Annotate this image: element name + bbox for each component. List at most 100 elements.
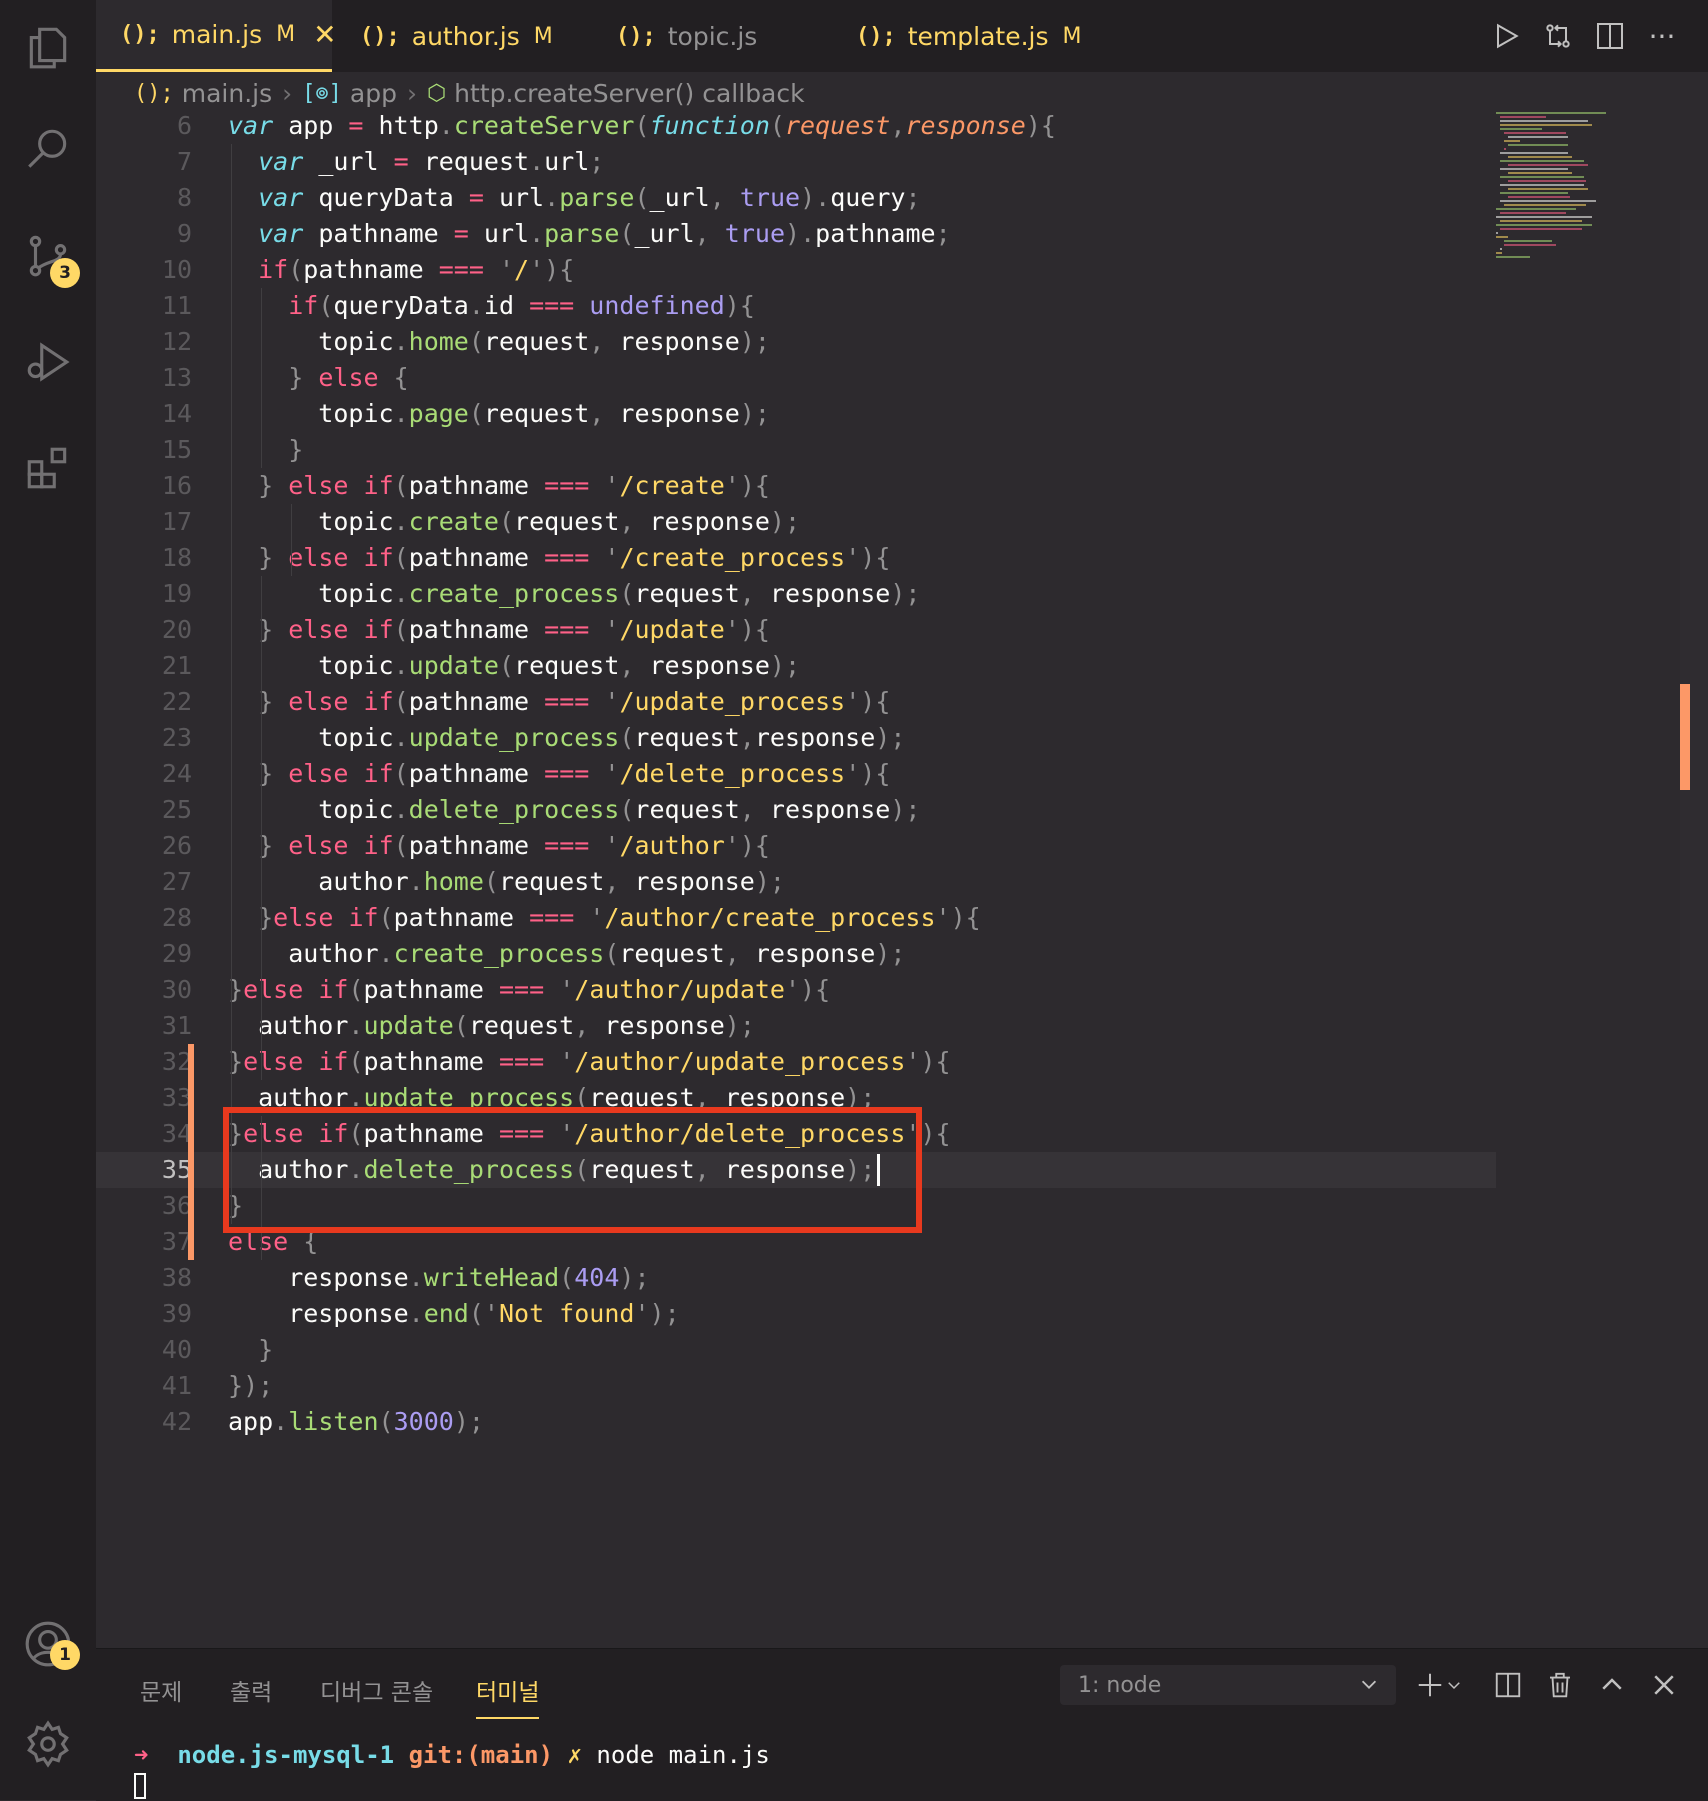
tab-label: template.js: [907, 21, 1049, 51]
code-text: author.home(request, response);: [228, 867, 785, 896]
split-editor-icon[interactable]: [1590, 16, 1630, 56]
minimap-line: [1500, 248, 1502, 250]
code-line[interactable]: 18 } else if(pathname === '/create_proce…: [96, 540, 1496, 576]
breadcrumb-file[interactable]: main.js: [182, 79, 272, 108]
code-line[interactable]: 38 response.writeHead(404);: [96, 1260, 1496, 1296]
code-line[interactable]: 12 topic.home(request, response);: [96, 324, 1496, 360]
code-text: topic.home(request, response);: [228, 327, 770, 356]
code-line[interactable]: 21 topic.update(request, response);: [96, 648, 1496, 684]
minimap-line: [1496, 256, 1530, 258]
minimap[interactable]: [1494, 108, 1684, 288]
explorer-icon[interactable]: [0, 0, 96, 96]
prompt-command: node main.js: [596, 1741, 770, 1769]
line-number: 23: [161, 723, 192, 752]
tab-author-js[interactable]: (); author.js M: [360, 0, 553, 72]
source-control-icon[interactable]: [0, 208, 96, 304]
code-line[interactable]: 25 topic.delete_process(request, respons…: [96, 792, 1496, 828]
code-line[interactable]: 19 topic.create_process(request, respons…: [96, 576, 1496, 612]
code-line[interactable]: 8 var queryData = url.parse(_url, true).…: [96, 180, 1496, 216]
code-line[interactable]: 39 response.end('Not found');: [96, 1296, 1496, 1332]
minimap-line: [1496, 216, 1592, 218]
line-number: 7: [176, 147, 192, 176]
code-line[interactable]: 23 topic.update_process(request,response…: [96, 720, 1496, 756]
code-line[interactable]: 30}else if(pathname === '/author/update'…: [96, 972, 1496, 1008]
split-terminal-icon[interactable]: [1490, 1667, 1526, 1703]
minimap-line: [1504, 240, 1552, 242]
minimap-line: [1508, 196, 1570, 198]
code-line[interactable]: 27 author.home(request, response);: [96, 864, 1496, 900]
terminal-select[interactable]: 1: node: [1060, 1665, 1396, 1705]
breadcrumb-symbol-callback[interactable]: http.createServer() callback: [454, 79, 804, 108]
line-number: 39: [161, 1299, 192, 1328]
trash-icon[interactable]: [1542, 1667, 1578, 1703]
vertical-scrollbar[interactable]: [1680, 210, 1708, 990]
line-number: 31: [161, 1011, 192, 1040]
code-text: } else if(pathname === '/update'){: [258, 615, 770, 644]
code-line[interactable]: 41});: [96, 1368, 1496, 1404]
code-editor[interactable]: 6 var app = http.createServer(function(re…: [96, 108, 1496, 1638]
run-icon[interactable]: [1486, 16, 1526, 56]
code-line[interactable]: 24 } else if(pathname === '/delete_proce…: [96, 756, 1496, 792]
line-number: 11: [161, 291, 192, 320]
code-line[interactable]: 28 }else if(pathname === '/author/create…: [96, 900, 1496, 936]
tab-debug-console[interactable]: 디버그 콘솔: [320, 1673, 433, 1717]
code-line[interactable]: 10 if(pathname === '/'){: [96, 252, 1496, 288]
tab-main-js[interactable]: (); main.js M ✕: [96, 0, 337, 72]
code-line[interactable]: 17 topic.create(request, response);: [96, 504, 1496, 540]
line-number: 16: [161, 471, 192, 500]
code-line[interactable]: 32}else if(pathname === '/author/update_…: [96, 1044, 1496, 1080]
more-actions-icon[interactable]: ···: [1642, 16, 1682, 56]
accounts-icon[interactable]: [0, 1596, 96, 1692]
compare-changes-icon[interactable]: [1538, 16, 1578, 56]
minimap-line: [1508, 144, 1568, 146]
close-icon[interactable]: ✕: [313, 18, 336, 51]
tab-topic-js[interactable]: (); topic.js: [616, 0, 757, 72]
tab-output[interactable]: 출력: [230, 1673, 272, 1717]
code-line[interactable]: 42 app.listen(3000);: [96, 1404, 1496, 1440]
code-line[interactable]: 7 var _url = request.url;: [96, 144, 1496, 180]
indent-guide: [261, 288, 262, 468]
code-line[interactable]: 13 } else {: [96, 360, 1496, 396]
extensions-icon[interactable]: [0, 420, 96, 516]
minimap-line: [1500, 120, 1588, 122]
breadcrumb-symbol-app[interactable]: app: [350, 79, 397, 108]
code-text: topic.update_process(request,response);: [228, 723, 906, 752]
tab-template-js[interactable]: (); template.js M: [856, 0, 1082, 72]
prompt-dir: node.js-mysql-1: [177, 1741, 395, 1769]
line-number: 24: [161, 759, 192, 788]
code-line[interactable]: 6 var app = http.createServer(function(re…: [96, 108, 1496, 144]
code-text: topic.create_process(request, response);: [228, 579, 921, 608]
search-icon[interactable]: [0, 102, 96, 198]
tab-terminal[interactable]: 터미널: [476, 1673, 540, 1719]
code-line[interactable]: 11 if(queryData.id === undefined){: [96, 288, 1496, 324]
line-number: 34: [161, 1119, 192, 1148]
terminal-output[interactable]: ➜ node.js-mysql-1 git:(main) ✗ node main…: [134, 1741, 770, 1769]
code-line[interactable]: 31 author.update(request, response);: [96, 1008, 1496, 1044]
chevron-down-icon[interactable]: [1442, 1667, 1466, 1703]
code-line[interactable]: 14 topic.page(request, response);: [96, 396, 1496, 432]
line-number: 27: [161, 867, 192, 896]
code-line[interactable]: 40 }: [96, 1332, 1496, 1368]
code-line[interactable]: 22 } else if(pathname === '/update_proce…: [96, 684, 1496, 720]
line-number: 22: [161, 687, 192, 716]
code-text: }: [258, 1335, 274, 1364]
run-debug-icon[interactable]: [0, 314, 96, 410]
code-line[interactable]: 29 author.create_process(request, respon…: [96, 936, 1496, 972]
minimap-line: [1504, 132, 1566, 134]
code-line[interactable]: 16 } else if(pathname === '/create'){: [96, 468, 1496, 504]
code-line[interactable]: 9 var pathname = url.parse(_url, true).p…: [96, 216, 1496, 252]
gear-icon[interactable]: [0, 1696, 96, 1792]
line-number: 32: [161, 1047, 192, 1076]
minimap-line: [1508, 188, 1588, 190]
code-line[interactable]: 26 } else if(pathname === '/author'){: [96, 828, 1496, 864]
code-line[interactable]: 20 } else if(pathname === '/update'){: [96, 612, 1496, 648]
minimap-line: [1508, 180, 1586, 182]
code-text: var pathname = url.parse(_url, true).pat…: [258, 219, 951, 248]
code-text: if(pathname === '/'){: [258, 255, 575, 284]
tab-problems[interactable]: 문제: [140, 1673, 182, 1717]
modified-indicator: M: [276, 22, 296, 47]
maximize-panel-icon[interactable]: [1594, 1667, 1630, 1703]
code-line[interactable]: 15 }: [96, 432, 1496, 468]
close-panel-icon[interactable]: [1646, 1667, 1682, 1703]
prompt-git: git:(main): [408, 1741, 554, 1769]
